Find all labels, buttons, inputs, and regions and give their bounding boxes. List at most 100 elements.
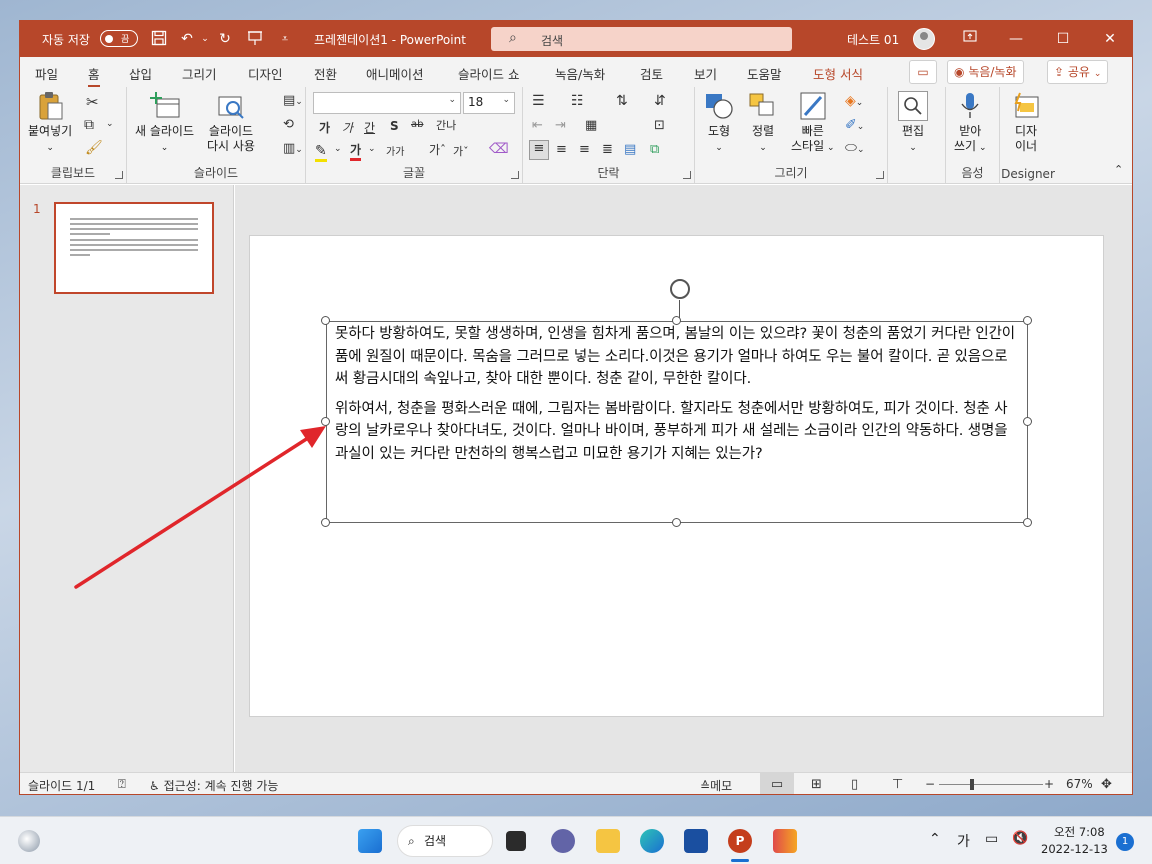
tab-view[interactable]: 보기	[694, 64, 717, 83]
file-explorer-icon[interactable]	[596, 829, 620, 853]
collapse-ribbon-icon[interactable]: ⌃	[1114, 163, 1123, 176]
tab-transitions[interactable]: 전환	[314, 64, 337, 83]
reset-icon[interactable]: ⟲	[283, 117, 294, 132]
align-right-icon[interactable]: ≡	[579, 142, 590, 157]
clock-date[interactable]: 2022-12-13	[1041, 842, 1108, 856]
resize-handle-sw[interactable]	[321, 518, 330, 527]
align-center-icon[interactable]: ≡	[556, 142, 567, 157]
font-size-dropdown[interactable]: 18 ⌄	[463, 92, 515, 114]
tab-shape-format[interactable]: 도형 서식	[813, 64, 863, 83]
zoom-slider[interactable]	[939, 784, 1043, 785]
smartart-icon[interactable]: ⧉	[650, 142, 659, 157]
text-direction-icon[interactable]: ⇵	[654, 93, 666, 109]
font-color-icon[interactable]: 가	[350, 141, 362, 161]
layout-icon[interactable]: ▤⌄	[283, 93, 303, 108]
store-icon[interactable]	[684, 829, 708, 853]
zoom-out-button[interactable]: −	[925, 777, 935, 791]
save-icon[interactable]	[150, 30, 168, 48]
copy-icon[interactable]: ⧉	[84, 117, 94, 133]
slide-paragraph-1[interactable]: 못하다 방황하여도, 못할 생생하며, 인생을 힘차게 품으며, 봄날의 이는 …	[327, 323, 1027, 391]
spellcheck-icon[interactable]: ⍰	[118, 777, 126, 792]
share-button[interactable]: ⇪ 공유 ⌄	[1047, 60, 1109, 84]
new-slide-button[interactable]: 새 슬라이드 ⌄	[135, 91, 194, 156]
rotate-handle-icon[interactable]	[670, 279, 690, 299]
font-launcher[interactable]	[511, 171, 519, 179]
highlight-dropdown-icon[interactable]: ⌄	[334, 144, 342, 154]
powerpoint-taskbar-icon[interactable]: P	[728, 829, 752, 853]
search-box[interactable]: ⌕ 검색	[491, 27, 792, 51]
resize-handle-s[interactable]	[672, 518, 681, 527]
copy-dropdown-icon[interactable]: ⌄	[106, 119, 114, 129]
edge-icon[interactable]	[640, 829, 664, 853]
resize-handle-e[interactable]	[1023, 417, 1032, 426]
tab-file[interactable]: 파일	[35, 64, 58, 83]
autosave-toggle[interactable]: 끔	[100, 30, 138, 47]
clipboard-launcher[interactable]	[115, 171, 123, 179]
clock-time[interactable]: 오전 7:08	[1054, 824, 1105, 840]
increase-indent-icon[interactable]: ⇥	[555, 118, 566, 133]
paste-button[interactable]: 붙여넣기 ⌄	[28, 91, 72, 156]
distribute-icon[interactable]: ▤	[624, 142, 636, 157]
undo-icon[interactable]: ↶	[178, 30, 196, 48]
reuse-slides-button[interactable]: 슬라이드 다시 사용	[207, 91, 255, 154]
resize-handle-se[interactable]	[1023, 518, 1032, 527]
start-icon[interactable]	[358, 829, 382, 853]
tab-home[interactable]: 홈	[88, 64, 100, 87]
decrease-font-button[interactable]: 가ˇ	[453, 143, 469, 159]
customize-toolbar-icon[interactable]: ⩡	[276, 30, 294, 48]
resize-handle-n[interactable]	[672, 316, 681, 325]
tab-review[interactable]: 검토	[640, 64, 663, 83]
record-button[interactable]: ◉ 녹음/녹화	[947, 60, 1024, 84]
increase-font-button[interactable]: 가ˆ	[429, 141, 446, 158]
font-color-dropdown-icon[interactable]: ⌄	[368, 144, 376, 154]
justify-icon[interactable]: ≣	[602, 142, 613, 157]
change-case-button[interactable]: 가가	[386, 143, 404, 158]
undo-dropdown-icon[interactable]: ⌄	[196, 30, 214, 48]
notification-badge[interactable]: 1	[1116, 833, 1134, 851]
chat-icon[interactable]	[551, 829, 575, 853]
close-button[interactable]: ✕	[1098, 28, 1122, 50]
decrease-indent-icon[interactable]: ⇤	[532, 118, 543, 133]
avatar[interactable]	[913, 28, 935, 50]
app-icon[interactable]	[773, 829, 797, 853]
text-box[interactable]: 못하다 방황하여도, 못할 생생하며, 인생을 힘차게 품으며, 봄날의 이는 …	[326, 321, 1028, 523]
quick-styles-button[interactable]: 빠른 스타일 ⌄	[791, 91, 835, 156]
shapes-button[interactable]: 도형 ⌄	[703, 91, 735, 156]
char-spacing-button[interactable]: 간나	[436, 117, 456, 133]
zoom-slider-thumb[interactable]	[970, 779, 974, 790]
underline-button[interactable]: 간	[364, 119, 375, 136]
align-left-icon[interactable]: ≡	[529, 140, 549, 160]
slide-thumbnail[interactable]	[54, 202, 214, 294]
highlight-icon[interactable]: ✎	[315, 143, 327, 162]
comments-button[interactable]: ▭	[909, 60, 937, 84]
designer-button[interactable]: 디자 이너	[1010, 91, 1042, 154]
numbering-icon[interactable]: ☷	[571, 93, 584, 109]
tab-insert[interactable]: 삽입	[129, 64, 152, 83]
tab-design[interactable]: 디자인	[248, 64, 283, 83]
resize-handle-ne[interactable]	[1023, 316, 1032, 325]
shape-outline-icon[interactable]: ✐⌄	[845, 117, 864, 133]
zoom-level[interactable]: 67%	[1066, 777, 1093, 791]
redo-icon[interactable]: ↻	[216, 30, 234, 48]
minimize-button[interactable]: —	[1004, 28, 1028, 50]
shadow-button[interactable]: S	[390, 119, 399, 133]
slide-sorter-icon[interactable]: ⊞	[811, 777, 822, 792]
zoom-in-button[interactable]: +	[1044, 777, 1054, 791]
shape-effects-icon[interactable]: ⬭⌄	[845, 140, 865, 156]
resize-handle-nw[interactable]	[321, 316, 330, 325]
weather-icon[interactable]	[18, 830, 40, 852]
bullets-icon[interactable]: ☰	[532, 93, 545, 109]
arrange-button[interactable]: 정렬 ⌄	[747, 91, 779, 156]
user-name[interactable]: 테스트 01	[847, 31, 899, 48]
bold-button[interactable]: 가	[319, 119, 330, 136]
tab-help[interactable]: 도움말	[747, 64, 782, 83]
ribbon-display-icon[interactable]	[958, 28, 982, 50]
dictate-button[interactable]: 받아 쓰기 ⌄	[954, 91, 987, 156]
present-icon[interactable]	[246, 30, 264, 48]
columns-icon[interactable]: ▦	[585, 118, 597, 133]
fit-to-window-icon[interactable]: ✥	[1101, 777, 1112, 792]
slide-canvas[interactable]: 못하다 방황하여도, 못할 생생하며, 인생을 힘차게 품으며, 봄날의 이는 …	[249, 235, 1104, 717]
editing-button[interactable]: 편집 ⌄	[898, 91, 928, 156]
line-spacing-icon[interactable]: ⇅	[616, 93, 628, 109]
maximize-button[interactable]: ☐	[1051, 28, 1075, 50]
